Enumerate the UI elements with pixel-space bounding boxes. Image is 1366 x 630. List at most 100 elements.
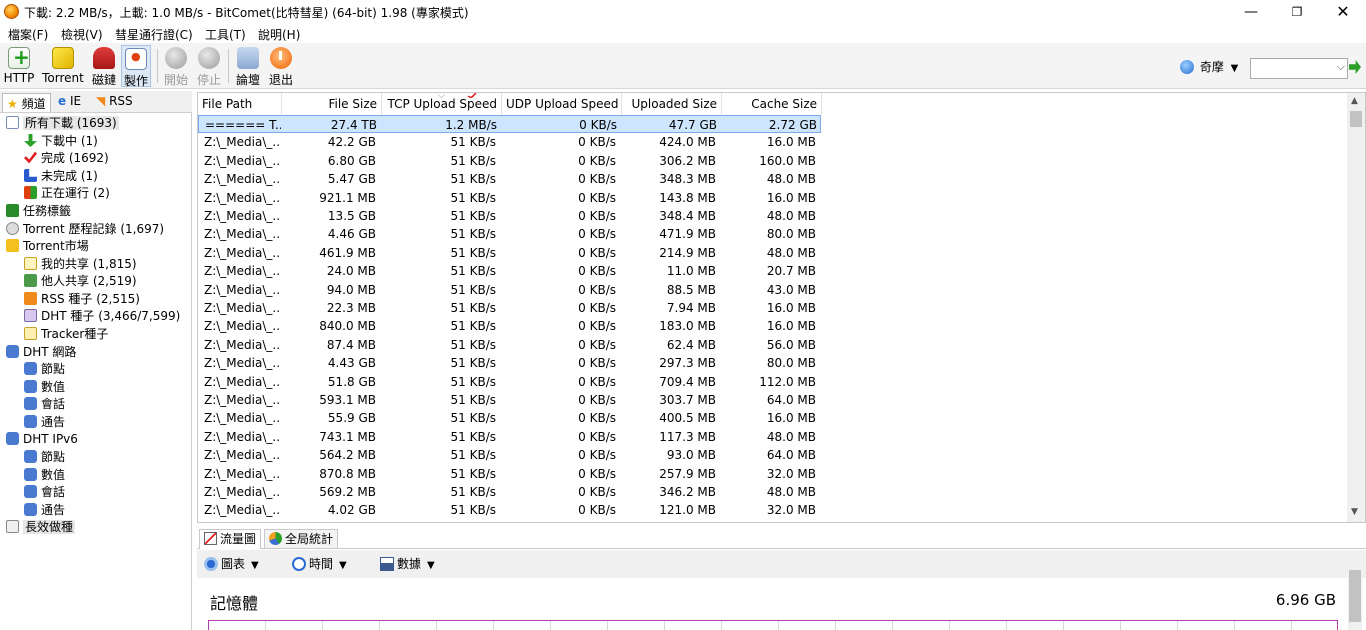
tree-downloading[interactable]: 下載中 (1) (24, 133, 98, 150)
table-row[interactable]: Z:\_Media\_... 87.4 MB 51 KB/s 0 KB/s 62.4 M… (198, 336, 821, 354)
chevron-down-icon: ▼ (1230, 63, 1239, 74)
tree-dht-seeds[interactable]: DHT 種子 (3,466/7,599) (24, 308, 180, 325)
forum-button[interactable]: 論壇 (234, 45, 262, 87)
tree-ipv6-announce[interactable]: 通告 (24, 502, 65, 519)
tree-torrent-market[interactable]: Torrent市場 (6, 238, 89, 255)
tree-ipv6-nodes[interactable]: 節點 (24, 449, 65, 466)
table-row[interactable]: Z:\_Media\_... 42.2 GB 51 KB/s 0 KB/s 424.0 … (198, 133, 821, 151)
rss-icon (24, 292, 37, 305)
tree-dht-network[interactable]: DHT 網路 (6, 344, 76, 361)
cell-file-size: 42.2 GB (327, 135, 376, 150)
stop-button[interactable]: 停止 (195, 45, 223, 87)
table-row[interactable]: Z:\_Media\_... 94.0 MB 51 KB/s 0 KB/s 88.5 M… (198, 281, 821, 299)
torrent-button[interactable]: Torrent (40, 45, 86, 87)
table-row[interactable]: Z:\_Media\_... 593.1 MB 51 KB/s 0 KB/s 303.7… (198, 391, 821, 409)
tab-rss[interactable]: ◥ RSS (92, 93, 137, 112)
table-row[interactable]: Z:\_Media\_... 569.2 MB 51 KB/s 0 KB/s 346.2… (198, 483, 821, 501)
tree-dht-values[interactable]: 數值 (24, 379, 65, 396)
graph-vertical-scrollbar[interactable] (1348, 566, 1362, 630)
menu-comet-pass[interactable]: 彗星通行證(C) (115, 26, 193, 43)
table-vertical-scrollbar[interactable]: ▲ ▼ (1347, 93, 1365, 522)
table-row[interactable]: Z:\_Media\_... 564.2 MB 51 KB/s 0 KB/s 93.0 … (198, 446, 821, 464)
table-row[interactable]: Z:\_Media\_... 24.0 MB 51 KB/s 0 KB/s 11.0 M… (198, 262, 821, 280)
tab-global-statistics[interactable]: 全局統計 (264, 529, 339, 549)
close-button[interactable]: ✕ (1320, 0, 1366, 24)
column-uploaded-size[interactable]: Uploaded Size (622, 93, 722, 115)
table-row[interactable]: ====== T... 27.4 TB 1.2 MB/s 0 KB/s 47.7 GB 2… (198, 115, 821, 133)
menu-help[interactable]: 說明(H) (258, 26, 300, 43)
menu-tools[interactable]: 工具(T) (205, 26, 246, 43)
column-udp-upload-speed[interactable]: UDP Upload Speed (502, 93, 622, 115)
tree-incomplete[interactable]: 未完成 (1) (24, 168, 98, 185)
scroll-down-icon[interactable]: ▼ (1351, 507, 1358, 517)
dht-seed-icon (24, 309, 37, 322)
tree-completed[interactable]: 完成 (1692) (24, 150, 109, 167)
table-row[interactable]: Z:\_Media\_... 13.5 GB 51 KB/s 0 KB/s 348.4 … (198, 207, 821, 225)
menu-view[interactable]: 檢視(V) (61, 26, 103, 43)
make-torrent-button[interactable]: 製作 (121, 45, 151, 88)
table-row[interactable]: Z:\_Media\_... 921.1 MB 51 KB/s 0 KB/s 143.8… (198, 189, 821, 207)
tree-all-downloads[interactable]: 所有下載 (1693) (6, 115, 119, 132)
tree-others-shares[interactable]: 他人共享 (2,519) (24, 273, 137, 290)
table-row[interactable]: Z:\_Media\_... 840.0 MB 51 KB/s 0 KB/s 183.0… (198, 317, 821, 335)
tree-running[interactable]: 正在運行 (2) (24, 185, 110, 202)
data-dropdown[interactable]: 數據 ▼ (380, 555, 435, 572)
cell-uploaded-size: 143.8 MB (659, 190, 716, 205)
tree-ipv6-sessions[interactable]: 會話 (24, 484, 65, 501)
graph-controls: 圖表 ▼ 時間 ▼ 數據 ▼ (197, 550, 1366, 578)
tab-channels[interactable]: ★ 頻道 (2, 93, 51, 112)
scrollbar-thumb[interactable] (1349, 570, 1361, 622)
column-file-size[interactable]: File Size (282, 93, 382, 115)
table-row[interactable]: Z:\_Media\_... 4.43 GB 51 KB/s 0 KB/s 297.3 … (198, 354, 821, 372)
time-dropdown[interactable]: 時間 ▼ (292, 555, 347, 572)
search-engine-label: 奇摩 (1199, 60, 1224, 74)
search-dropdown-icon[interactable]: ⌵ (1337, 60, 1345, 74)
cell-uploaded-size: 93.0 MB (666, 448, 716, 463)
network-icon (24, 450, 37, 463)
magnet-button[interactable]: 磁鏈 (90, 45, 118, 87)
column-file-path[interactable]: File Path (198, 93, 282, 115)
table-row[interactable]: Z:\_Media\_... 22.3 MB 51 KB/s 0 KB/s 7.94 M… (198, 299, 821, 317)
cell-tcp-upload-speed: 51 KB/s (450, 356, 496, 371)
table-row[interactable]: Z:\_Media\_... 51.8 GB 51 KB/s 0 KB/s 709.4 … (198, 373, 821, 391)
table-row[interactable]: Z:\_Media\_... 461.9 MB 51 KB/s 0 KB/s 214.9… (198, 244, 821, 262)
table-row[interactable]: Z:\_Media\_... 4.46 GB 51 KB/s 0 KB/s 471.9 … (198, 225, 821, 243)
exit-button[interactable]: 退出 (267, 45, 295, 87)
minimize-button[interactable]: — (1228, 0, 1274, 24)
tree-my-shares[interactable]: 我的共享 (1,815) (24, 256, 137, 273)
tree-dht-announce[interactable]: 通告 (24, 414, 65, 431)
search-engine-selector[interactable]: 奇摩 ▼ (1180, 58, 1238, 75)
table-row[interactable]: Z:\_Media\_... 4.02 GB 51 KB/s 0 KB/s 121.0 … (198, 501, 821, 519)
tree-dht-sessions[interactable]: 會話 (24, 396, 65, 413)
tree-torrent-history[interactable]: Torrent 歷程記錄 (1,697) (6, 221, 164, 238)
chart-dropdown[interactable]: 圖表 ▼ (204, 555, 259, 572)
tab-traffic-graph[interactable]: 流量圖 (199, 529, 262, 549)
table-row[interactable]: Z:\_Media\_... 870.8 MB 51 KB/s 0 KB/s 257.9… (198, 465, 821, 483)
tree-rss-seeds[interactable]: RSS 種子 (2,515) (24, 291, 140, 308)
table-row[interactable]: Z:\_Media\_... 6.80 GB 51 KB/s 0 KB/s 306.2 … (198, 152, 821, 170)
scrollbar-thumb[interactable] (1350, 111, 1362, 127)
cell-uploaded-size: 400.5 MB (659, 411, 716, 426)
scroll-up-icon[interactable]: ▲ (1351, 96, 1358, 106)
table-row[interactable]: Z:\_Media\_... 743.1 MB 51 KB/s 0 KB/s 117.3… (198, 428, 821, 446)
table-row[interactable]: Z:\_Media\_... 5.47 GB 51 KB/s 0 KB/s 348.3 … (198, 170, 821, 188)
left-panel-tabs: ★ 頻道 e IE ◥ RSS (0, 91, 192, 113)
share-icon (24, 257, 37, 270)
start-button[interactable]: 開始 (162, 45, 190, 87)
table-row[interactable]: Z:\_Media\_... 55.9 GB 51 KB/s 0 KB/s 400.5 … (198, 409, 821, 427)
cell-file-path: Z:\_Media\_... (204, 190, 280, 205)
tree-long-seeding[interactable]: 長效做種 (6, 519, 76, 536)
search-input[interactable]: ⌵ (1250, 58, 1348, 79)
column-cache-size[interactable]: Cache Size (722, 93, 822, 115)
tree-dht-nodes[interactable]: 節點 (24, 361, 65, 378)
tab-ie[interactable]: e IE (54, 93, 85, 112)
tree-tracker-seeds[interactable]: Tracker種子 (24, 326, 108, 343)
cell-tcp-upload-speed: 51 KB/s (450, 319, 496, 334)
menu-file[interactable]: 檔案(F) (8, 26, 48, 43)
cell-cache-size: 160.0 MB (759, 153, 816, 168)
maximize-button[interactable]: ❐ (1274, 0, 1320, 24)
http-button[interactable]: HTTP (3, 45, 35, 87)
tree-ipv6-values[interactable]: 數值 (24, 467, 65, 484)
tree-task-tags[interactable]: 任務標籤 (6, 203, 71, 220)
tree-dht-ipv6[interactable]: DHT IPv6 (6, 431, 78, 448)
